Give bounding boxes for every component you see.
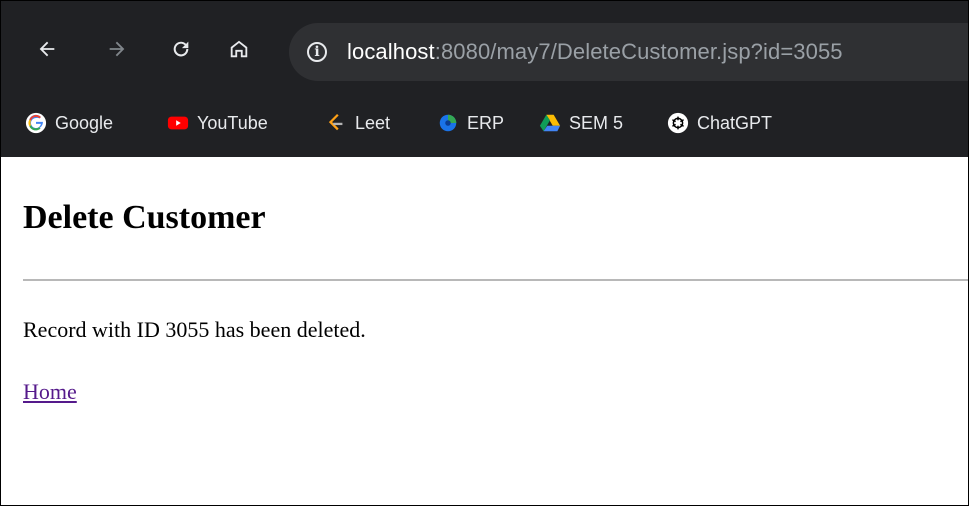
horizontal-divider [23, 279, 968, 281]
back-button[interactable] [27, 29, 67, 69]
bookmarks-bar: Google YouTube Leet ERP SEM 5 ChatGPT [1, 101, 968, 145]
reload-icon [173, 41, 189, 57]
bookmark-label: SEM 5 [569, 112, 624, 133]
address-bar[interactable]: i localhost:8080/may7/DeleteCustomer.jsp… [289, 23, 968, 81]
url-host: localhost [347, 39, 435, 64]
bookmark-label: Leet [355, 112, 391, 133]
page-title: Delete Customer [23, 199, 266, 236]
reload-button[interactable] [161, 29, 201, 69]
bookmark-erp[interactable]: ERP [437, 101, 504, 145]
google-icon [25, 112, 47, 134]
google-drive-icon [539, 112, 561, 134]
browser-chrome: i localhost:8080/may7/DeleteCustomer.jsp… [1, 1, 968, 157]
bookmark-google[interactable]: Google [25, 101, 113, 145]
browser-window: i localhost:8080/may7/DeleteCustomer.jsp… [0, 0, 969, 506]
bookmark-label: ChatGPT [697, 112, 773, 133]
url-path: :8080/may7/DeleteCustomer.jsp?id=3055 [434, 39, 843, 64]
home-button[interactable] [219, 29, 259, 69]
bookmark-leet[interactable]: Leet [325, 101, 390, 145]
bookmark-label: ERP [467, 112, 505, 133]
bookmark-label: YouTube [197, 112, 268, 133]
bookmark-chatgpt[interactable]: ChatGPT [667, 101, 772, 145]
home-link[interactable]: Home [23, 379, 77, 405]
chatgpt-icon [667, 112, 689, 134]
url-text[interactable]: localhost:8080/may7/DeleteCustomer.jsp?i… [347, 39, 843, 65]
forward-button[interactable] [97, 29, 137, 69]
arrow-left-icon [39, 41, 55, 57]
browser-toolbar: i localhost:8080/may7/DeleteCustomer.jsp… [1, 17, 968, 81]
status-message: Record with ID 3055 has been deleted. [23, 317, 366, 342]
site-info-icon[interactable]: i [307, 42, 327, 62]
bookmark-label: Google [55, 112, 114, 133]
youtube-icon [167, 112, 189, 134]
bookmark-youtube[interactable]: YouTube [167, 101, 268, 145]
bookmark-sem5[interactable]: SEM 5 [539, 101, 623, 145]
erp-icon [437, 112, 459, 134]
home-icon [230, 40, 248, 58]
leetcode-icon [325, 112, 347, 134]
arrow-right-icon [109, 41, 125, 57]
